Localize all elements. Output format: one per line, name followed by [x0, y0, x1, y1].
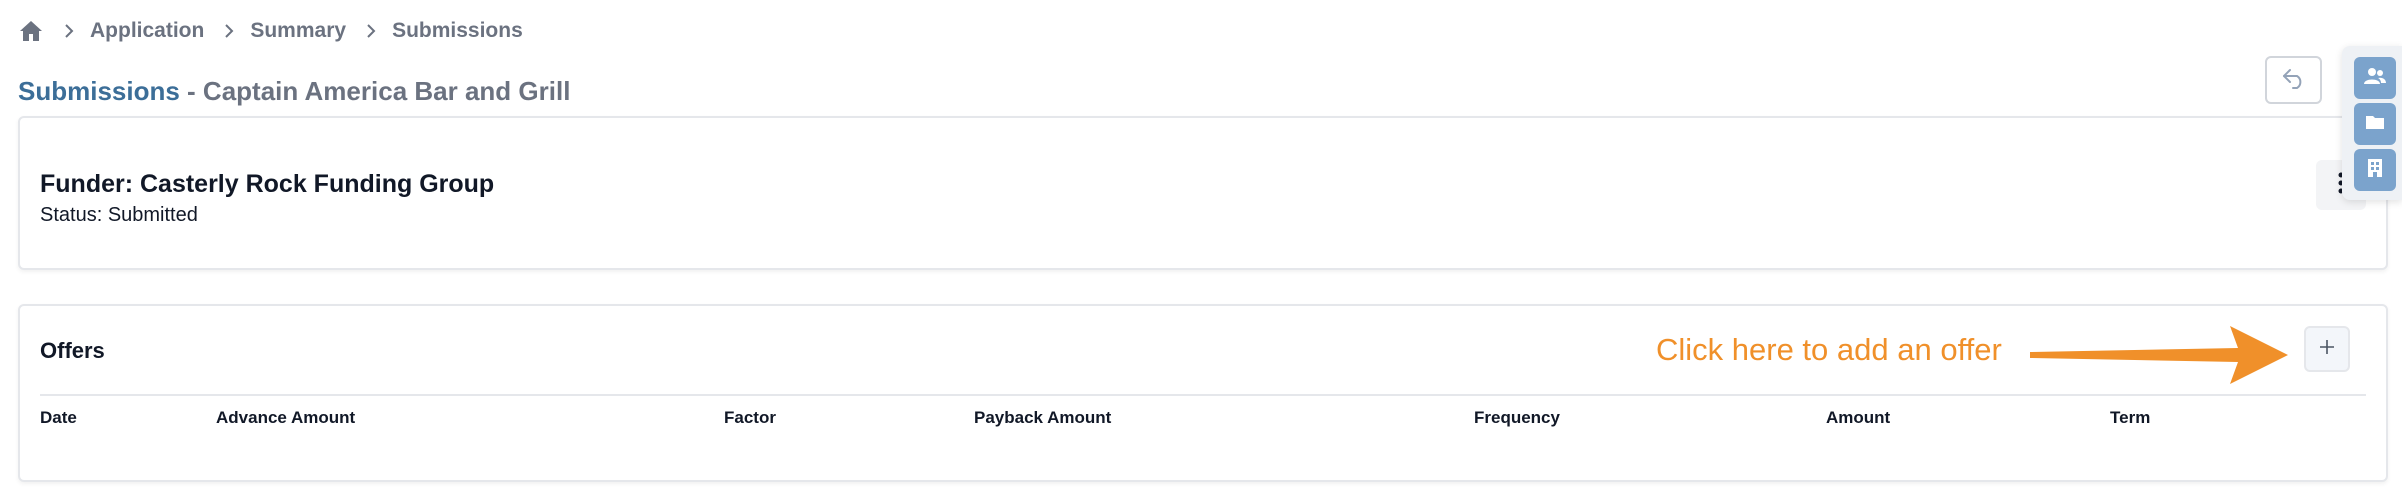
breadcrumb-submissions[interactable]: Submissions: [392, 19, 523, 43]
chevron-right-icon: [62, 21, 76, 41]
plus-icon: [2319, 339, 2335, 360]
offers-card: Offers Click here to add an offer Date A…: [18, 304, 2388, 482]
side-toolbar: [2342, 46, 2402, 200]
column-header-date: Date: [40, 408, 77, 427]
building-icon: [2367, 158, 2383, 183]
column-header-payback-amount: Payback Amount: [974, 408, 1112, 427]
back-button[interactable]: [2265, 56, 2322, 104]
column-header-factor: Factor: [724, 408, 776, 427]
column-header-frequency: Frequency: [1474, 408, 1560, 427]
column-header-advance-amount: Advance Amount: [216, 408, 356, 427]
funder-status: Status: Submitted: [40, 204, 198, 226]
breadcrumb-application[interactable]: Application: [90, 19, 204, 43]
contacts-button[interactable]: [2354, 57, 2396, 99]
add-offer-hint: Click here to add an offer: [1656, 332, 2002, 367]
chevron-right-icon: [222, 21, 236, 41]
home-icon[interactable]: [18, 18, 44, 44]
add-offer-button[interactable]: [2304, 326, 2350, 372]
column-header-term: Term: [2110, 408, 2151, 427]
breadcrumb: Application Summary Submissions: [18, 18, 523, 44]
divider: [40, 394, 2366, 396]
funder-card: Funder: Casterly Rock Funding Group Stat…: [18, 116, 2388, 270]
submissions-link[interactable]: Submissions: [18, 76, 180, 106]
column-header-amount: Amount: [1826, 408, 1891, 427]
page-title: Submissions - Captain America Bar and Gr…: [18, 76, 570, 107]
folder-icon: [2365, 114, 2385, 135]
chevron-right-icon: [364, 21, 378, 41]
offers-title: Offers: [40, 338, 105, 363]
arrow-right-icon: [2030, 324, 2288, 391]
users-icon: [2364, 67, 2386, 90]
documents-button[interactable]: [2354, 103, 2396, 145]
page-title-suffix: - Captain America Bar and Grill: [179, 76, 571, 106]
undo-icon: [2281, 67, 2307, 94]
breadcrumb-summary[interactable]: Summary: [250, 19, 346, 43]
funder-title: Funder: Casterly Rock Funding Group: [40, 170, 495, 198]
business-button[interactable]: [2354, 149, 2396, 191]
